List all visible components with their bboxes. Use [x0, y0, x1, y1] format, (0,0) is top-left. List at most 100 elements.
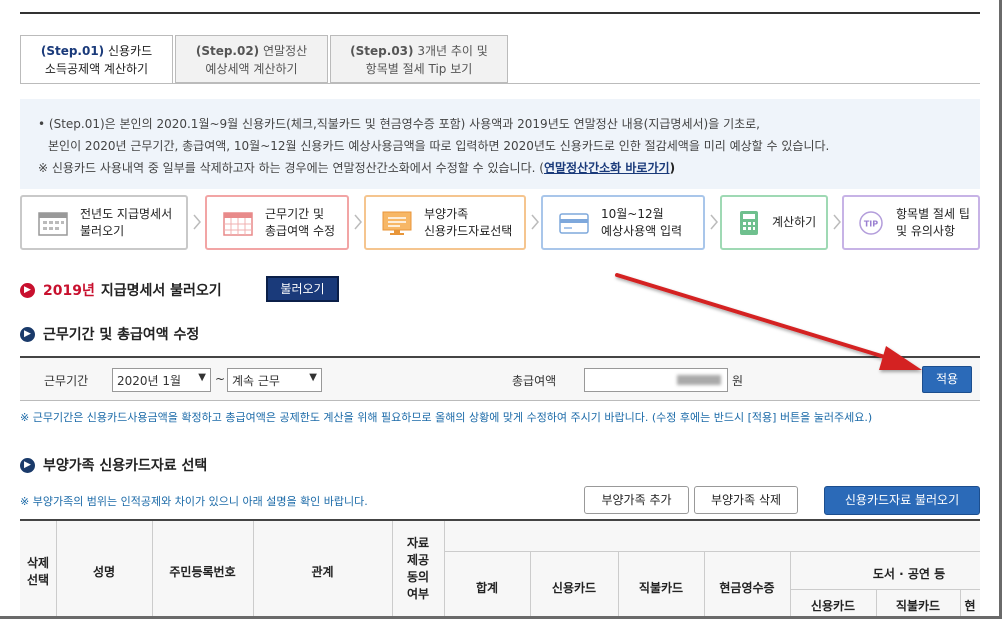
info-line-1: • (Step.01)은 본인의 2020.1월~9월 신용카드(체크,직불카드…	[38, 117, 760, 131]
col-consent-line4: 여부	[406, 587, 430, 601]
step-label-2: 불러오기	[80, 223, 125, 238]
step-label-1: 부양가족	[424, 206, 469, 221]
step-label-1: 근무기간 및	[265, 206, 325, 221]
dependents-table-header: 삭제 선택 성명 주민등록번호 관계 자료 제공 동의 여부 합계 신용카드 직…	[20, 519, 980, 616]
salary-label: 총급여액	[512, 374, 557, 388]
grid-calendar-icon	[223, 211, 253, 236]
period-salary-row: 근무기간 2020년 1월 ▼ ~ 계속 근무 ▼ 총급여액 원 적용	[20, 356, 980, 401]
chevron-right-icon	[354, 214, 362, 230]
apply-button[interactable]: 적용	[922, 366, 972, 393]
period-note: ※ 근무기간은 신용카드사용금액을 확정하고 총급여액은 공제한도 계산을 위해…	[20, 411, 873, 424]
tab-step-label: (Step.01)	[40, 44, 105, 58]
load-statement-button[interactable]: 불러오기	[266, 276, 339, 302]
process-steps: 전년도 지급명세서불러오기 근무기간 및총급여액 수정 부양가족신용카드자료선택	[20, 195, 980, 250]
step-edit-period[interactable]: 근무기간 및총급여액 수정	[205, 195, 349, 250]
calculator-icon	[740, 210, 758, 235]
start-month-select[interactable]: 2020년 1월 ▼	[112, 368, 211, 392]
subcol-debit-card: 직불카드	[895, 599, 941, 613]
info-line-3: ※ 신용카드 사용내역 중 일부를 삭제하고자 하는 경우에는 연말정산간소화에…	[38, 157, 980, 179]
section-load-statement: ▶ 2019년 지급명세서 불러오기	[20, 280, 222, 300]
delete-dependent-button[interactable]: 부양가족 삭제	[694, 486, 798, 514]
col-name: 성명	[92, 565, 116, 579]
step-label-2: 신용카드자료선택	[424, 223, 513, 238]
section-title: 부양가족 신용카드자료 선택	[43, 458, 208, 474]
redacted-amount	[677, 375, 721, 385]
period-label: 근무기간	[44, 374, 89, 388]
arrow-bullet-icon: ▶	[20, 457, 35, 473]
col-debit-card: 직불카드	[638, 581, 684, 595]
col-delete-line1: 삭제	[26, 556, 50, 570]
col-total: 합계	[475, 581, 499, 595]
section-title: 지급명세서 불러오기	[100, 283, 222, 299]
dependents-note: ※ 부양가족의 범위는 인적공제와 차이가 있으니 아래 설명을 확인 바랍니다…	[20, 495, 368, 508]
step-label-2: 예상사용액 입력	[601, 223, 683, 238]
arrow-bullet-icon: ▶	[20, 326, 35, 342]
chevron-right-icon	[710, 214, 718, 230]
chevron-right-icon	[193, 214, 201, 230]
simplified-service-link[interactable]: 연말정산간소화 바로가기	[544, 161, 670, 175]
row-divider	[444, 551, 980, 552]
step-expected-usage[interactable]: 10월~12월예상사용액 입력	[541, 195, 705, 250]
tab-title-line2: 예상세액 계산하기	[205, 62, 298, 76]
col-consent-line1: 자료	[406, 536, 430, 550]
info-line-3-text: ※ 신용카드 사용내역 중 일부를 삭제하고자 하는 경우에는 연말정산간소화에…	[38, 161, 544, 175]
step-label-1: 전년도 지급명세서	[80, 206, 173, 221]
salary-unit: 원	[732, 374, 744, 388]
svg-text:TIP: TIP	[864, 219, 878, 228]
tab-step-03[interactable]: (Step.03) 3개년 추이 및 항목별 절세 Tip 보기	[330, 35, 508, 83]
chevron-right-icon	[833, 214, 841, 230]
tab-title-line2: 소득공제액 계산하기	[44, 62, 149, 76]
end-period-value: 계속 근무	[232, 374, 280, 388]
tabs-baseline	[20, 83, 980, 84]
col-divider	[444, 521, 445, 616]
tab-step-label: (Step.03)	[350, 44, 414, 58]
step-tax-tips[interactable]: TIP 항목별 절세 팁및 유의사항	[842, 195, 980, 250]
start-month-value: 2020년 1월	[117, 374, 182, 388]
calendar-icon	[38, 211, 68, 236]
subcol-credit-card: 신용카드	[810, 599, 856, 613]
tab-title-line1: 연말정산	[263, 44, 308, 58]
step-label-1: 계산하기	[772, 215, 817, 229]
step-calculate[interactable]: 계산하기	[720, 195, 828, 250]
col-group-books-performances: 도서 · 공연 등	[872, 567, 946, 581]
chevron-right-icon	[531, 214, 539, 230]
chevron-down-icon: ▼	[309, 372, 317, 383]
end-period-select[interactable]: 계속 근무 ▼	[227, 368, 322, 392]
section-title: 근무기간 및 총급여액 수정	[43, 327, 200, 343]
tab-step-01[interactable]: (Step.01) 신용카드 소득공제액 계산하기	[20, 35, 173, 84]
load-card-data-button[interactable]: 신용카드자료 불러오기	[824, 486, 980, 515]
info-line-3-close: )	[669, 161, 676, 175]
col-delete-line2: 선택	[26, 573, 50, 587]
credit-card-icon	[559, 212, 589, 234]
col-cash-receipt: 현금영수증	[719, 581, 775, 595]
col-credit-card: 신용카드	[551, 581, 597, 595]
col-consent: 자료 제공 동의 여부	[392, 535, 444, 603]
col-delete-select: 삭제 선택	[20, 555, 56, 589]
col-consent-line2: 제공	[406, 553, 430, 567]
top-rule	[20, 12, 980, 14]
col-relation: 관계	[311, 565, 334, 579]
info-box: • (Step.01)은 본인의 2020.1월~9월 신용카드(체크,직불카드…	[20, 99, 980, 189]
step-tabs: (Step.01) 신용카드 소득공제액 계산하기 (Step.02) 연말정산…	[20, 35, 980, 84]
tab-title-line1: 신용카드	[108, 44, 153, 58]
row-divider	[790, 589, 980, 590]
add-dependent-button[interactable]: 부양가족 추가	[584, 486, 689, 514]
step-label-2: 총급여액 수정	[265, 223, 336, 238]
step-select-dependents[interactable]: 부양가족신용카드자료선택	[364, 195, 526, 250]
statement-year: 2019년	[43, 283, 95, 299]
info-line-2: 본인이 2020년 근무기간, 총급여액, 10월~12월 신용카드 예상사용금…	[48, 139, 830, 153]
step-label-1: 10월~12월	[601, 206, 664, 221]
subcol-cash-truncated: 현	[964, 599, 976, 613]
period-tilde: ~	[215, 372, 226, 386]
step-label-2: 및 유의사항	[896, 223, 956, 238]
tab-title-line1: 3개년 추이 및	[417, 44, 488, 58]
step-load-statement[interactable]: 전년도 지급명세서불러오기	[20, 195, 188, 250]
tab-title-line2: 항목별 절세 Tip 보기	[365, 62, 473, 76]
section-dependents: ▶ 부양가족 신용카드자료 선택	[20, 455, 207, 475]
total-salary-input[interactable]	[584, 368, 728, 392]
chevron-down-icon: ▼	[198, 372, 206, 383]
tab-step-02[interactable]: (Step.02) 연말정산 예상세액 계산하기	[175, 35, 328, 83]
tip-icon: TIP	[859, 210, 883, 235]
tab-step-label: (Step.02)	[195, 44, 260, 58]
section-period-salary: ▶ 근무기간 및 총급여액 수정	[20, 324, 199, 344]
